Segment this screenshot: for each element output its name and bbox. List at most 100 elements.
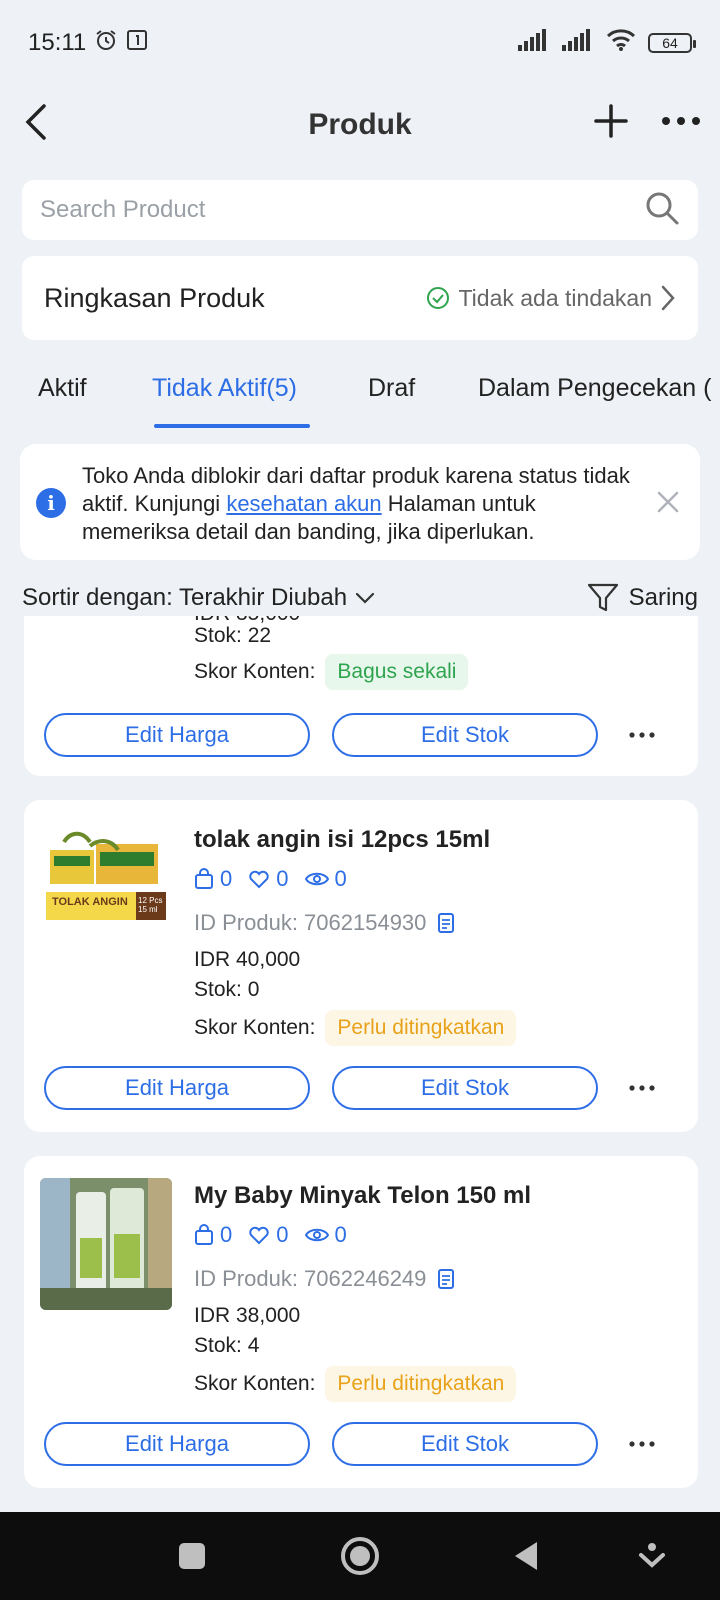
product-id: ID Produk: 7062154930 <box>194 910 456 936</box>
product-name[interactable]: tolak angin isi 12pcs 15ml <box>194 826 490 854</box>
product-stats: 0 0 0 <box>194 1222 347 1248</box>
product-id-text: ID Produk: 7062246249 <box>194 1266 427 1291</box>
chevron-right-icon <box>661 285 675 311</box>
views-count: 0 <box>334 866 347 891</box>
plus-icon <box>594 104 628 138</box>
content-score-badge: Perlu ditingkatkan <box>325 1366 517 1402</box>
battery-icon: 64 <box>648 33 696 53</box>
filter-label: Saring <box>628 584 698 611</box>
system-nav-bar <box>0 1512 720 1600</box>
copy-icon[interactable] <box>436 1268 456 1290</box>
product-id: ID Produk: 7062246249 <box>194 1266 456 1292</box>
search-input[interactable] <box>40 196 644 224</box>
info-icon: i <box>36 488 66 518</box>
content-score: Skor Konten: Perlu ditingkatkan <box>194 1366 517 1402</box>
edit-price-button[interactable]: Edit Harga <box>44 713 310 757</box>
edit-stock-button[interactable]: Edit Stok <box>332 713 598 757</box>
content-score: Skor Konten: Bagus sekali <box>194 654 469 690</box>
product-card: IDR 35,000 Stok: 22 Skor Konten: Bagus s… <box>24 616 698 776</box>
product-stats: 0 0 0 <box>194 866 347 892</box>
views-stat: 0 <box>304 1222 347 1248</box>
edit-price-button[interactable]: Edit Harga <box>44 1422 310 1466</box>
views-stat: 0 <box>304 866 347 892</box>
product-more-button[interactable] <box>622 1068 662 1108</box>
home-circle-icon <box>341 1537 379 1575</box>
views-count: 0 <box>334 1222 347 1247</box>
tab-tidak-aktif[interactable]: Tidak Aktif(5) <box>152 374 297 403</box>
likes-count: 0 <box>276 866 289 891</box>
product-price: IDR 38,000 <box>194 1304 301 1327</box>
content-score: Skor Konten: Perlu ditingkatkan <box>194 1010 517 1046</box>
inactive-notice: i Toko Anda diblokir dari daftar produk … <box>20 444 700 560</box>
eye-icon <box>304 1228 329 1242</box>
likes-stat: 0 <box>248 866 289 892</box>
product-id-text: ID Produk: 7062154930 <box>194 910 427 935</box>
content-score-label: Skor Konten: <box>194 1372 316 1395</box>
status-tabs: Aktif Tidak Aktif(5) Draf Dalam Pengecek… <box>0 360 720 430</box>
thumbnail-brand-text: TOLAK ANGIN <box>52 896 128 908</box>
active-tab-indicator <box>154 424 310 428</box>
summary-status-text: Tidak ada tindakan <box>458 284 652 311</box>
eye-icon <box>304 872 329 886</box>
more-dots-icon <box>629 1441 655 1447</box>
summary-label: Ringkasan Produk <box>44 282 265 313</box>
summary-status: Tidak ada tindakan <box>426 285 676 312</box>
alarm-icon <box>94 28 118 59</box>
app-header: Produk <box>0 86 720 164</box>
wifi-icon <box>606 28 636 59</box>
more-dots-icon <box>662 117 700 125</box>
check-circle-icon <box>427 287 450 309</box>
content-score-label: Skor Konten: <box>194 1016 316 1039</box>
clock: 15:11 <box>28 29 87 56</box>
sales-stat: 0 <box>194 866 232 892</box>
filter-button[interactable]: Saring <box>587 582 698 614</box>
likes-stat: 0 <box>248 1222 289 1248</box>
triangle-back-icon <box>515 1542 537 1570</box>
tab-dalam-pengecekan[interactable]: Dalam Pengecekan ( <box>478 374 711 403</box>
sales-count: 0 <box>220 866 233 891</box>
product-more-button[interactable] <box>622 715 662 755</box>
close-icon <box>657 491 679 513</box>
signal-icon <box>518 28 550 58</box>
product-stock: Stok: 22 <box>194 624 272 647</box>
edit-stock-button[interactable]: Edit Stok <box>332 1066 598 1110</box>
likes-count: 0 <box>276 1222 289 1247</box>
recent-apps-button[interactable] <box>168 1532 216 1580</box>
more-options-button[interactable] <box>656 96 706 146</box>
edit-stock-button[interactable]: Edit Stok <box>332 1422 598 1466</box>
product-thumbnail[interactable] <box>40 1178 172 1310</box>
filter-icon <box>587 583 618 612</box>
tab-draf[interactable]: Draf <box>368 374 415 403</box>
product-stock: Stok: 4 <box>194 1334 260 1357</box>
tab-aktif[interactable]: Aktif <box>38 374 87 403</box>
shopping-bag-icon <box>195 1224 213 1245</box>
add-product-button[interactable] <box>586 96 636 146</box>
product-name[interactable]: My Baby Minyak Telon 150 ml <box>194 1182 531 1210</box>
product-more-button[interactable] <box>622 1424 662 1464</box>
signal-icon-2 <box>562 28 594 58</box>
notice-close-button[interactable] <box>652 486 684 518</box>
copy-icon[interactable] <box>436 912 456 934</box>
home-button[interactable] <box>336 1532 384 1580</box>
search-bar <box>22 180 698 240</box>
shopping-bag-icon <box>195 868 213 889</box>
edit-price-button[interactable]: Edit Harga <box>44 1066 310 1110</box>
chevron-down-double-icon <box>639 1543 665 1568</box>
more-dots-icon <box>629 1085 655 1091</box>
heart-icon <box>249 870 269 889</box>
sales-count: 0 <box>220 1222 233 1247</box>
product-thumbnail[interactable]: TOLAK ANGIN 12 Pcs 15 ml <box>40 822 172 954</box>
notification-drawer-button[interactable] <box>628 1532 676 1580</box>
square-icon <box>179 1543 205 1569</box>
search-icon[interactable] <box>644 190 680 231</box>
product-summary-row[interactable]: Ringkasan Produk Tidak ada tindakan <box>22 256 698 340</box>
back-nav-button[interactable] <box>502 1532 550 1580</box>
sales-stat: 0 <box>194 1222 232 1248</box>
sort-dropdown[interactable]: Sortir dengan: Terakhir Diubah <box>22 584 375 612</box>
product-card: TOLAK ANGIN 12 Pcs 15 ml tolak angin isi… <box>24 800 698 1132</box>
chevron-down-icon <box>355 592 375 604</box>
account-health-link[interactable]: kesehatan akun <box>226 491 381 516</box>
product-price: IDR 40,000 <box>194 948 301 971</box>
product-stock: Stok: 0 <box>194 978 260 1001</box>
product-list: IDR 35,000 Stok: 22 Skor Konten: Bagus s… <box>0 616 720 1512</box>
